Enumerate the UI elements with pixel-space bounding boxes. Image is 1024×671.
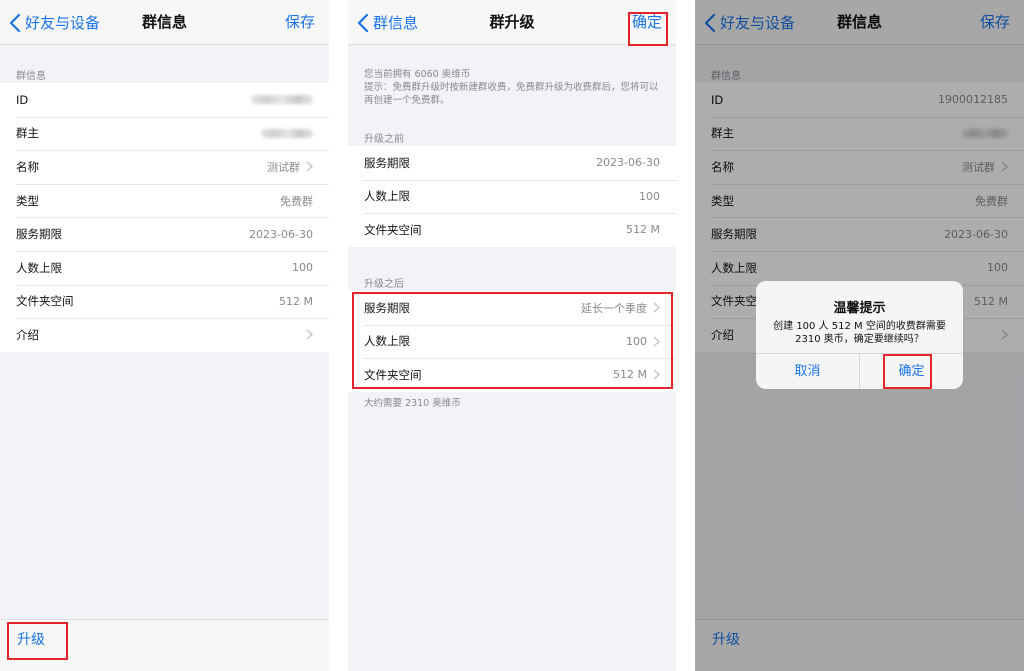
bottom-toolbar: 升级	[0, 619, 329, 671]
group-info-confirm-screen: 好友与设备 群信息 保存 群信息 ID 1900012185 群主 名称 测试群…	[695, 0, 1024, 671]
row-value: 100	[626, 334, 647, 348]
row-label: 群主	[16, 126, 39, 141]
row-label: 服务期限	[364, 155, 410, 170]
chevron-right-icon	[306, 329, 313, 340]
nav-bar: 群信息 群升级 确定	[348, 0, 676, 45]
row-value: 延长一个季度	[581, 301, 647, 315]
row-label: 人数上限	[364, 189, 410, 204]
group-info-screen: 好友与设备 群信息 保存 群信息 ID 群主 名称 测试群 类型 免费群 服务期…	[0, 0, 329, 671]
back-label: 好友与设备	[25, 14, 101, 32]
chevron-left-icon	[357, 13, 369, 32]
row-value: 2023-06-30	[596, 156, 660, 170]
cost-note: 大约需要 2310 奥维币	[364, 398, 461, 409]
row-label: 文件夹空间	[364, 222, 422, 237]
nav-bar: 好友与设备 群信息 保存	[0, 0, 329, 45]
alert-message: 创建 100 人 512 M 空间的收费群需要 2310 奥币，确定要继续吗？	[773, 321, 946, 345]
row-value: 100	[639, 189, 660, 203]
back-button[interactable]: 群信息	[357, 0, 418, 45]
after-list: 服务期限 延长一个季度 人数上限 100 文件夹空间 512 M	[348, 291, 676, 392]
row-label: 文件夹空间	[16, 294, 74, 309]
row-label: 服务期限	[364, 300, 410, 315]
row-label: 类型	[16, 193, 39, 208]
chevron-right-icon	[306, 161, 313, 173]
chevron-right-icon	[653, 302, 660, 313]
before-list: 服务期限 2023-06-30 人数上限 100 文件夹空间 512 M	[348, 146, 676, 247]
back-label: 群信息	[373, 14, 419, 32]
section-header: 群信息	[16, 71, 46, 82]
chevron-right-icon	[653, 369, 660, 381]
alert-buttons: 取消 确定	[756, 353, 963, 389]
group-upgrade-screen: 群信息 群升级 确定 您当前拥有 6060 奥维币 提示：免费群升级时按新建群收…	[348, 0, 676, 671]
row-label: 人数上限	[16, 260, 62, 275]
info-list: ID 群主 名称 测试群 类型 免费群 服务期限 2023-06-30 人数上限…	[0, 83, 329, 352]
alert-title: 温馨提示	[833, 301, 886, 316]
balance-note: 您当前拥有 6060 奥维币	[364, 69, 471, 80]
confirm-button[interactable]: 确定	[632, 0, 662, 45]
confirm-alert-dialog: 温馨提示 创建 100 人 512 M 空间的收费群需要 2310 奥币，确定要…	[756, 281, 963, 389]
row-value: 100	[292, 261, 313, 275]
redacted-value	[251, 95, 313, 105]
row-value: 2023-06-30	[249, 227, 313, 241]
upgrade-button[interactable]: 升级	[17, 620, 45, 671]
before-row-folder-space: 文件夹空间 512 M	[348, 213, 676, 247]
chevron-right-icon	[653, 336, 660, 347]
before-header: 升级之前	[364, 134, 404, 145]
row-value: 免费群	[280, 194, 313, 208]
row-member-limit: 人数上限 100	[0, 250, 329, 285]
save-button[interactable]: 保存	[285, 0, 315, 45]
row-name[interactable]: 名称 测试群	[0, 150, 329, 184]
row-id: ID	[0, 83, 329, 117]
row-intro[interactable]: 介绍	[0, 318, 329, 352]
row-service-period: 服务期限 2023-06-30	[0, 217, 329, 251]
upgrade-tip: 提示：免费群升级时按新建群收费，免费群升级为收费群后，您将可以再创建一个免费群。	[364, 82, 659, 106]
after-header: 升级之后	[364, 279, 404, 290]
chevron-left-icon	[9, 13, 21, 32]
row-label: ID	[16, 92, 29, 107]
row-label: 文件夹空间	[364, 367, 422, 382]
after-row-folder-space[interactable]: 文件夹空间 512 M	[348, 358, 676, 392]
row-label: 服务期限	[16, 227, 62, 242]
row-folder-space: 文件夹空间 512 M	[0, 284, 329, 319]
row-value: 512 M	[613, 368, 647, 382]
redacted-value	[261, 128, 313, 138]
before-row-service-period: 服务期限 2023-06-30	[348, 146, 676, 180]
row-value: 测试群	[267, 160, 300, 174]
row-type: 类型 免费群	[0, 183, 329, 218]
after-row-member-limit[interactable]: 人数上限 100	[348, 324, 676, 359]
row-value: 512 M	[279, 294, 313, 308]
row-label: 介绍	[16, 327, 39, 342]
row-value: 512 M	[626, 223, 660, 237]
cancel-button[interactable]: 取消	[756, 354, 859, 389]
back-button[interactable]: 好友与设备	[9, 0, 100, 45]
row-owner: 群主	[0, 116, 329, 151]
after-row-service-period[interactable]: 服务期限 延长一个季度	[348, 291, 676, 325]
before-row-member-limit: 人数上限 100	[348, 179, 676, 214]
row-label: 名称	[16, 159, 39, 174]
confirm-button[interactable]: 确定	[859, 354, 963, 389]
row-label: 人数上限	[364, 334, 410, 349]
